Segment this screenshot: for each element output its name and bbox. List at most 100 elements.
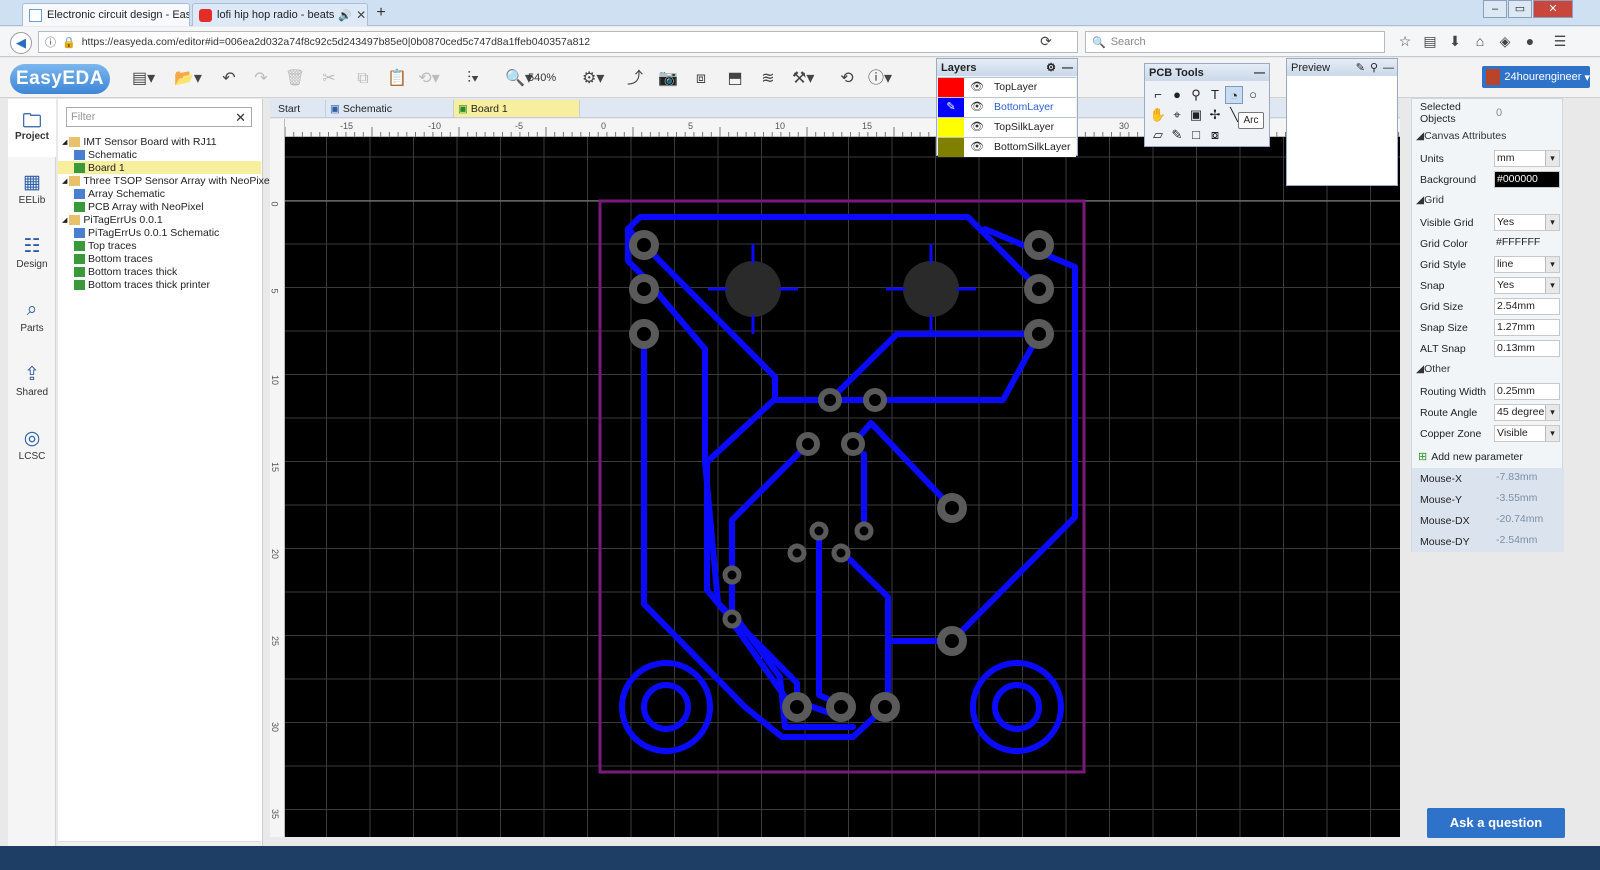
minimize-icon[interactable]: — bbox=[1254, 67, 1265, 79]
layer-color-swatch[interactable] bbox=[938, 77, 964, 97]
nav-parts[interactable]: ⌕ Parts bbox=[8, 291, 56, 349]
tree-folder-item[interactable]: ◢ PiTagErrUs 0.0.1 bbox=[58, 213, 261, 226]
pad[interactable] bbox=[629, 274, 659, 304]
nav-shared[interactable]: ⇪ Shared bbox=[8, 355, 56, 413]
group-tool-icon[interactable]: ⧇ bbox=[1206, 126, 1224, 144]
pcb-drawing[interactable] bbox=[285, 137, 1400, 837]
circle-tool-icon[interactable]: ○ bbox=[1244, 86, 1262, 104]
nav-lcsc[interactable]: ◎ LCSC bbox=[8, 419, 56, 477]
pad[interactable] bbox=[782, 692, 812, 722]
tree-document-item[interactable]: Board 1 bbox=[58, 161, 261, 174]
section-other[interactable]: ◢ Other bbox=[1412, 360, 1564, 378]
tree-folder-item[interactable]: ◢ IMT Sensor Board with RJ11 bbox=[58, 135, 261, 148]
tree-document-item[interactable]: PiTagErrUs 0.0.1 Schematic bbox=[58, 226, 261, 239]
pad[interactable] bbox=[787, 543, 807, 563]
pad[interactable] bbox=[870, 692, 900, 722]
tree-document-item[interactable]: Bottom traces thick bbox=[58, 265, 261, 278]
redo-icon[interactable]: ↷ bbox=[250, 68, 272, 90]
delete-icon[interactable]: 🗑 bbox=[284, 68, 306, 90]
speaker-icon[interactable]: 🔊 bbox=[338, 9, 352, 22]
rect-tool-icon[interactable]: □ bbox=[1187, 126, 1205, 144]
extension-icon[interactable]: ● bbox=[1520, 33, 1540, 51]
pad[interactable] bbox=[818, 388, 842, 412]
search-field[interactable]: 🔍 Search bbox=[1085, 31, 1385, 53]
document-menu-icon[interactable]: ▤▾ bbox=[132, 68, 155, 90]
history-icon[interactable]: ⟲ bbox=[836, 68, 858, 90]
grid-color-field[interactable]: #FFFFFF bbox=[1494, 235, 1560, 252]
settings-gear-icon[interactable]: ⚙▾ bbox=[582, 68, 604, 90]
visible-grid-select[interactable]: Yes bbox=[1494, 214, 1560, 231]
help-icon[interactable]: ⓘ▾ bbox=[868, 68, 892, 90]
clear-filter-icon[interactable]: ✕ bbox=[235, 109, 246, 127]
close-window-button[interactable]: ✕ bbox=[1533, 0, 1573, 18]
layer-color-swatch[interactable] bbox=[938, 137, 964, 157]
pad[interactable] bbox=[937, 626, 967, 656]
track-tool-icon[interactable]: ⌐ bbox=[1149, 86, 1167, 104]
drc-icon[interactable]: ≋ bbox=[757, 68, 779, 90]
tree-document-item[interactable]: Bottom traces bbox=[58, 252, 261, 265]
section-canvas-attributes[interactable]: ◢ Canvas Attributes bbox=[1412, 127, 1564, 145]
bookmark-star-icon[interactable]: ☆ bbox=[1395, 33, 1415, 51]
eye-icon[interactable]: 👁 bbox=[964, 137, 990, 157]
minimize-button[interactable]: – bbox=[1483, 0, 1507, 18]
nav-eelib[interactable]: ▦ EELib bbox=[8, 163, 56, 221]
pad[interactable] bbox=[937, 493, 967, 523]
layer-color-swatch[interactable]: ✎ bbox=[938, 97, 964, 117]
add-parameter-link[interactable]: ⊞ Add new parameter bbox=[1412, 446, 1564, 467]
minimize-icon[interactable]: — bbox=[1062, 62, 1073, 74]
tree-folder-item[interactable]: ◢ Three TSOP Sensor Array with NeoPixe bbox=[58, 174, 270, 187]
pad[interactable] bbox=[809, 521, 829, 541]
pcb-canvas[interactable] bbox=[285, 137, 1400, 837]
dimension-tool-icon[interactable]: ✢ bbox=[1206, 106, 1224, 124]
layer-color-swatch[interactable] bbox=[938, 117, 964, 137]
section-grid[interactable]: ◢ Grid bbox=[1412, 191, 1564, 209]
pad[interactable] bbox=[863, 388, 887, 412]
browser-tab-youtube[interactable]: lofi hip hop radio - beats 🔊 ✕ bbox=[192, 3, 368, 26]
layer-row[interactable]: 👁 BottomSilkLayer bbox=[938, 137, 1076, 157]
back-button[interactable]: ◀ bbox=[10, 32, 32, 54]
tree-document-item[interactable]: Schematic bbox=[58, 148, 261, 161]
layer-name[interactable]: TopLayer bbox=[990, 77, 1076, 97]
pocket-icon[interactable]: ◈ bbox=[1495, 33, 1515, 51]
reading-list-icon[interactable]: ▤ bbox=[1420, 33, 1440, 51]
expand-icon[interactable]: ◢ bbox=[62, 138, 67, 146]
layer-row[interactable]: 👁 TopSilkLayer bbox=[938, 117, 1076, 137]
pad[interactable] bbox=[722, 609, 742, 629]
layer-name[interactable]: BottomSilkLayer bbox=[990, 137, 1076, 157]
share-icon[interactable]: ⤴ bbox=[624, 68, 646, 90]
background-color-field[interactable]: #000000 bbox=[1494, 171, 1560, 188]
tree-document-item[interactable]: Top traces bbox=[58, 239, 261, 252]
maximize-button[interactable]: ▭ bbox=[1508, 0, 1532, 18]
pad[interactable] bbox=[796, 432, 820, 456]
layer-name[interactable]: BottomLayer bbox=[990, 97, 1076, 117]
solid-region-tool-icon[interactable]: ▱ bbox=[1149, 126, 1167, 144]
pad[interactable] bbox=[831, 543, 851, 563]
download-icon[interactable]: ⬇ bbox=[1445, 33, 1465, 51]
pad[interactable] bbox=[722, 565, 742, 585]
pad[interactable] bbox=[841, 432, 865, 456]
close-tab-icon[interactable]: ✕ bbox=[352, 8, 366, 22]
route-angle-select[interactable]: 45 degree bbox=[1494, 404, 1560, 421]
pad[interactable] bbox=[1024, 319, 1054, 349]
browser-tab-easyeda[interactable]: Electronic circuit design - Eas ✕ bbox=[22, 3, 190, 26]
pad[interactable] bbox=[629, 230, 659, 260]
layer-row[interactable]: 👁 TopLayer bbox=[938, 77, 1076, 97]
minimize-icon[interactable]: — bbox=[1383, 62, 1394, 74]
snap-select[interactable]: Yes bbox=[1494, 277, 1560, 294]
new-tab-button[interactable]: + bbox=[370, 4, 392, 24]
copper-area-tool-icon[interactable]: ✎ bbox=[1168, 126, 1186, 144]
pad[interactable] bbox=[826, 692, 856, 722]
pad[interactable] bbox=[629, 319, 659, 349]
eye-icon[interactable]: 👁 bbox=[964, 97, 990, 117]
tree-document-item[interactable]: Array Schematic bbox=[58, 187, 261, 200]
nav-project[interactable]: 🗀 Project bbox=[8, 99, 56, 157]
pan-tool-icon[interactable]: ✋ bbox=[1149, 106, 1167, 124]
pad[interactable] bbox=[1024, 274, 1054, 304]
pad[interactable] bbox=[854, 521, 874, 541]
url-field[interactable]: ⓘ 🔒 https://easyeda.com/editor#id=006ea2… bbox=[38, 31, 1078, 53]
tab-start[interactable]: Start bbox=[274, 100, 326, 117]
reload-icon[interactable]: ⟳ bbox=[1036, 33, 1056, 51]
menu-icon[interactable]: ☰ bbox=[1550, 33, 1570, 51]
grid-size-field[interactable]: 2.54mm bbox=[1494, 298, 1560, 315]
pencil-icon[interactable]: ✎ bbox=[1356, 61, 1365, 74]
